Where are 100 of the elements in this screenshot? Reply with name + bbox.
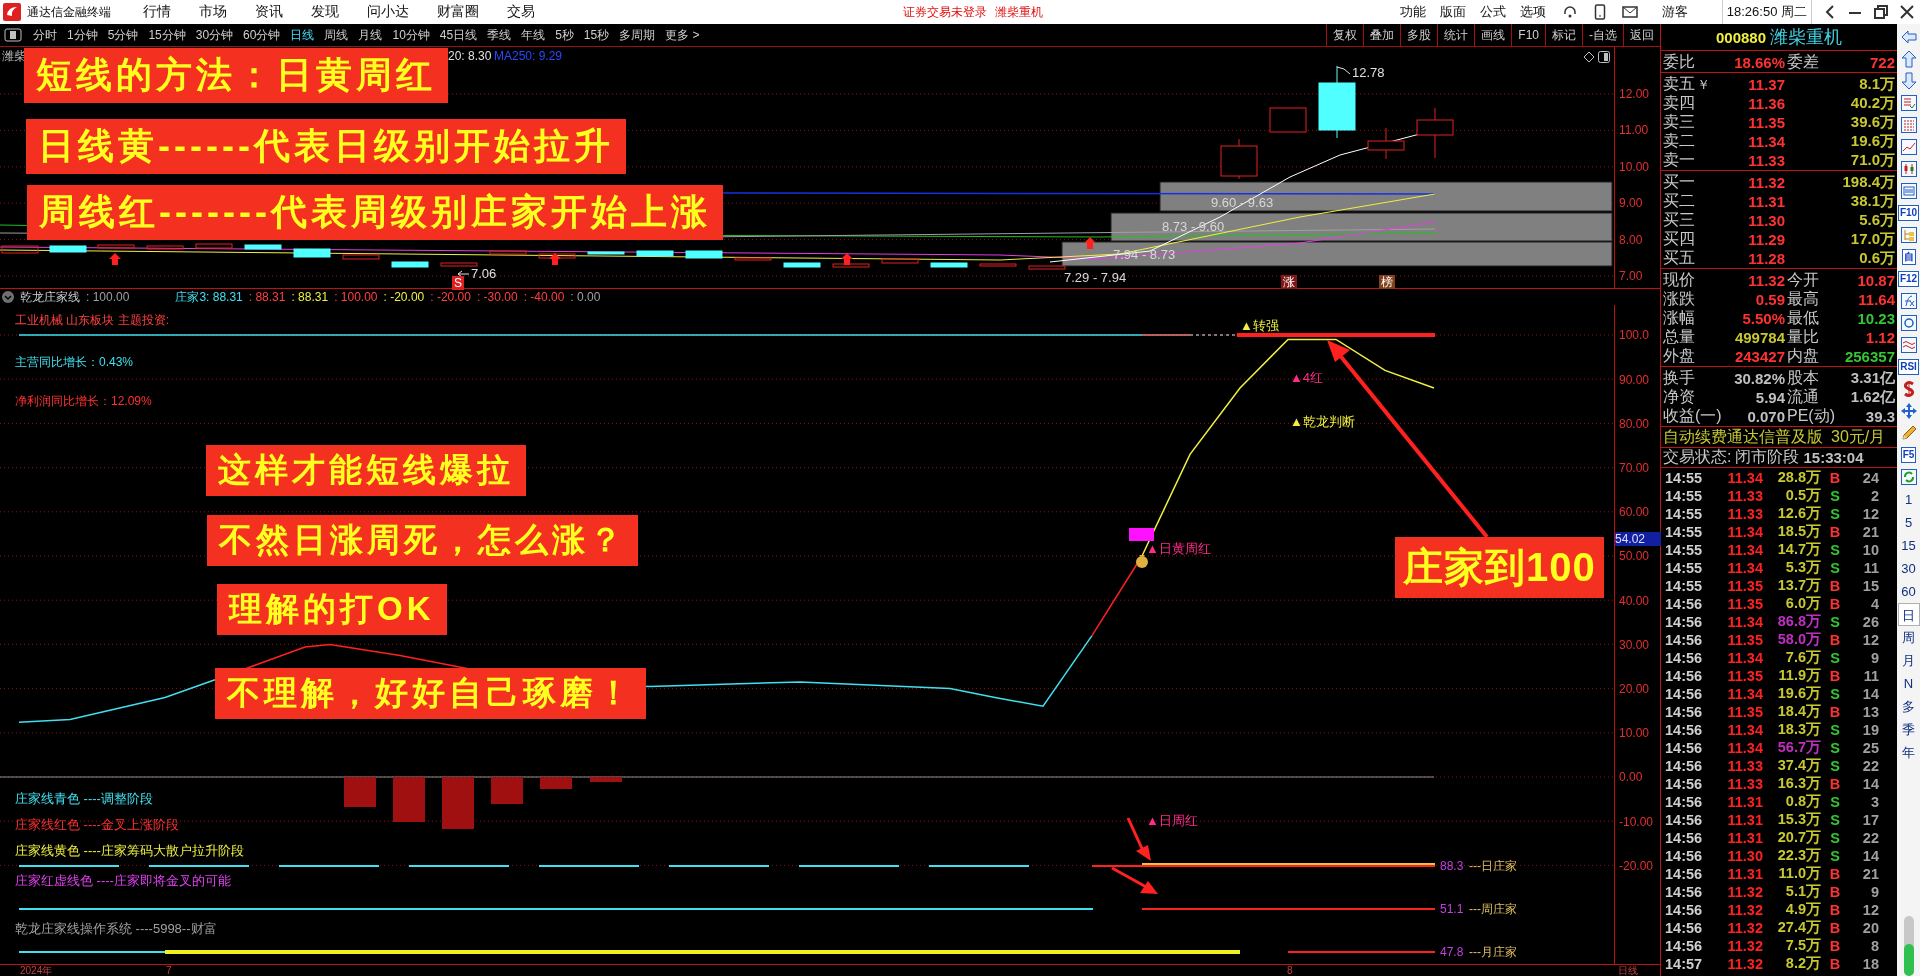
tick-count: 22: [1861, 829, 1879, 846]
restore-icon[interactable]: [1874, 5, 1888, 19]
period-button[interactable]: 日: [1897, 603, 1920, 626]
pencil-icon[interactable]: [1899, 424, 1918, 442]
panel-toggle-icon[interactable]: [1598, 51, 1610, 63]
period-tab[interactable]: 15分钟: [143, 26, 191, 44]
headset-icon[interactable]: [1561, 4, 1578, 20]
order-book-label: 买三: [1663, 210, 1696, 230]
tick-side: S: [1829, 811, 1841, 828]
phone-icon[interactable]: [1593, 4, 1606, 20]
toolbar-button[interactable]: F10: [1897, 205, 1920, 221]
period-tab[interactable]: 10分钟: [387, 26, 435, 44]
period-tab[interactable]: 周线: [319, 26, 354, 44]
period-tab[interactable]: 更多 >: [660, 26, 705, 44]
grid-icon[interactable]: [1899, 116, 1918, 134]
chart-tool-button[interactable]: 标记: [1545, 24, 1582, 46]
menu-item[interactable]: 功能: [1399, 3, 1426, 21]
chart-tool-button[interactable]: 返回: [1623, 24, 1660, 46]
signal-label: ▲4红: [1290, 371, 1324, 386]
period-tab[interactable]: 60分钟: [238, 26, 286, 44]
login-notice[interactable]: 证券交易未登录: [903, 3, 987, 21]
checklist-icon[interactable]: [1899, 94, 1918, 112]
tick-time: 14:56: [1665, 703, 1704, 720]
candle: [1416, 107, 1454, 159]
promo-price[interactable]: 30元/月: [1831, 426, 1886, 448]
menu-item[interactable]: 市场: [199, 3, 227, 21]
period-tab[interactable]: 30分钟: [190, 26, 239, 44]
period-button[interactable]: 年: [1897, 741, 1920, 764]
menu-item[interactable]: 发现: [311, 3, 339, 21]
down-arrow-icon[interactable]: [1899, 72, 1918, 90]
toolbar-button[interactable]: F12: [1897, 271, 1920, 287]
period-tab[interactable]: 5秒: [550, 26, 579, 44]
chart-tool-button[interactable]: 多股: [1400, 24, 1438, 46]
period-tab[interactable]: 15秒: [578, 26, 615, 44]
period-button[interactable]: 15: [1897, 534, 1920, 557]
close-icon[interactable]: [1900, 5, 1914, 19]
menu-item[interactable]: 资讯: [255, 3, 283, 21]
app-title: 通达信金融终端: [27, 3, 111, 21]
tick-count: 11: [1862, 667, 1879, 684]
quote-value: 0.59: [1754, 291, 1785, 308]
period-tab[interactable]: 年线: [516, 26, 551, 44]
quote-label: PE(动): [1786, 406, 1836, 426]
price-axis-label: 8.00: [1619, 232, 1643, 247]
candlestick-icon[interactable]: [1899, 160, 1918, 178]
period-button[interactable]: N: [1897, 672, 1920, 695]
menu-item[interactable]: 问小达: [367, 3, 409, 21]
scrollbar[interactable]: [1902, 916, 1915, 976]
chart-tool-button[interactable]: 统计: [1437, 24, 1475, 46]
menu-item[interactable]: 行情: [143, 3, 171, 21]
user-label[interactable]: 游客: [1661, 3, 1722, 21]
quote-value: 10.87: [1856, 272, 1895, 289]
menu-item[interactable]: 交易: [507, 3, 535, 21]
promo-text[interactable]: 自动续费通达信普及版: [1663, 426, 1823, 448]
toolbar-button[interactable]: F5: [1900, 447, 1917, 463]
date-label: 日线: [1618, 965, 1638, 976]
price-axis-label: 11.00: [1619, 123, 1649, 138]
wave-chart-icon[interactable]: [1899, 336, 1918, 354]
tick-side: B: [1828, 703, 1842, 720]
chart-tool-button[interactable]: 画线: [1474, 24, 1512, 46]
toolbar-button[interactable]: 自: [1901, 249, 1916, 265]
period-button[interactable]: 30: [1897, 557, 1920, 580]
period-button[interactable]: 月: [1897, 649, 1920, 672]
period-tab[interactable]: 季线: [482, 26, 517, 44]
menu-item[interactable]: 版面: [1439, 3, 1466, 21]
menu-item[interactable]: 选项: [1519, 3, 1546, 21]
back-arrow-icon[interactable]: [1899, 28, 1918, 46]
period-tab[interactable]: 日线: [285, 26, 320, 44]
period-tab[interactable]: 月线: [353, 26, 388, 44]
chart-tool-button[interactable]: -自选: [1582, 24, 1623, 46]
collapse-icon[interactable]: [1824, 5, 1836, 19]
caption-banner: 短线的方法：日黄周红: [24, 48, 448, 103]
period-tab[interactable]: 5分钟: [102, 26, 144, 44]
period-button[interactable]: 周: [1897, 626, 1920, 649]
menu-item[interactable]: 公式: [1479, 3, 1506, 21]
menu-item[interactable]: 财富圈: [437, 3, 479, 21]
refresh-icon[interactable]: [1899, 468, 1918, 486]
window-list-icon[interactable]: [1899, 182, 1918, 200]
period-tab[interactable]: 45日线: [434, 26, 483, 44]
period-button[interactable]: 多: [1897, 695, 1920, 718]
period-tab[interactable]: 1分钟: [62, 26, 103, 44]
toolbar-button[interactable]: RSI: [1898, 359, 1919, 375]
period-tab[interactable]: 多周期: [614, 26, 661, 44]
chart-tool-button[interactable]: F10: [1511, 24, 1545, 46]
period-button[interactable]: 60: [1897, 580, 1920, 603]
chart-tool-button[interactable]: 叠加: [1363, 24, 1401, 46]
panel-toggle-icon[interactable]: [4, 28, 22, 42]
period-button[interactable]: 5: [1897, 511, 1920, 534]
line-chart-icon[interactable]: [1899, 138, 1918, 156]
up-arrow-icon[interactable]: [1899, 50, 1918, 68]
move-icon[interactable]: [1899, 402, 1918, 420]
formula-icon[interactable]: [1899, 292, 1918, 310]
order-price: 11.29: [1747, 231, 1785, 248]
diamond-icon[interactable]: [1583, 51, 1595, 63]
indicator-axis-label: 0.00: [1619, 770, 1643, 785]
period-button[interactable]: 1: [1897, 488, 1920, 511]
period-button[interactable]: 季: [1897, 718, 1920, 741]
mail-icon[interactable]: [1621, 5, 1638, 19]
period-tab[interactable]: 分时: [28, 26, 62, 44]
tree-icon[interactable]: [1899, 226, 1918, 244]
chart-tool-button[interactable]: 复权: [1326, 24, 1364, 46]
